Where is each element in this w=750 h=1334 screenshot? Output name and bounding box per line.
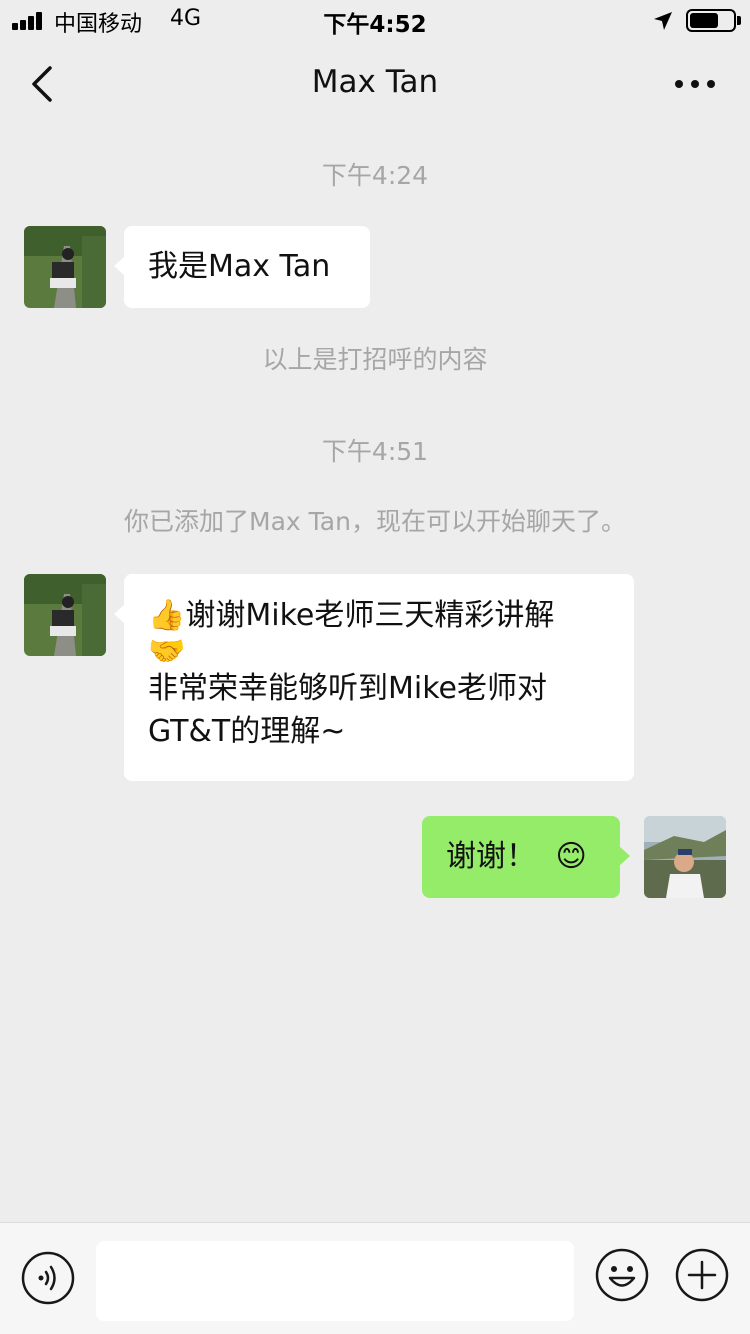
message-text: GT&T的理解~ [148,714,346,749]
message-bubble-outgoing[interactable]: 谢谢！ 😊 [422,816,630,898]
handshake-emoji: 🤝 [148,634,186,669]
system-message: 以上是打招呼的内容 [262,345,488,374]
input-bar [0,1222,750,1334]
location-arrow-icon [654,12,672,30]
chat-title: Max Tan [311,64,439,100]
status-bar: 中国移动 4G 下午4:52 [0,0,750,40]
system-message: 你已添加了Max Tan，现在可以开始聊天了。 [124,507,626,536]
voice-icon[interactable] [21,1251,75,1305]
nav-bar: Max Tan [0,40,750,128]
timestamp: 下午4:24 [321,161,429,190]
contact-avatar[interactable] [24,226,106,308]
plus-icon[interactable] [674,1247,730,1303]
message-text: 我是Max Tan [148,249,331,284]
message-text: 谢谢！ [446,839,536,874]
contact-avatar[interactable] [24,574,106,656]
message-bubble-incoming[interactable]: 👍谢谢Mike老师三天精彩讲解 🤝 非常荣幸能够听到Mike老师对 GT&T的理… [114,574,634,781]
more-horizontal-icon[interactable] [670,70,720,98]
message-bubble-incoming[interactable]: 我是Max Tan [114,226,370,308]
emoji-icon[interactable] [594,1247,650,1303]
smile-emoji: 😊 [555,839,587,874]
my-avatar[interactable] [644,816,726,898]
battery-icon [686,9,736,32]
status-time: 下午4:52 [323,12,427,38]
thumbs-up-emoji: 👍 [148,598,186,633]
message-text: 谢谢Mike老师三天精彩讲解 [185,598,555,633]
battery-tip [737,16,741,25]
timestamp: 下午4:51 [321,437,429,466]
message-text: 非常荣幸能够听到Mike老师对 [148,671,547,706]
message-input[interactable] [96,1241,574,1321]
